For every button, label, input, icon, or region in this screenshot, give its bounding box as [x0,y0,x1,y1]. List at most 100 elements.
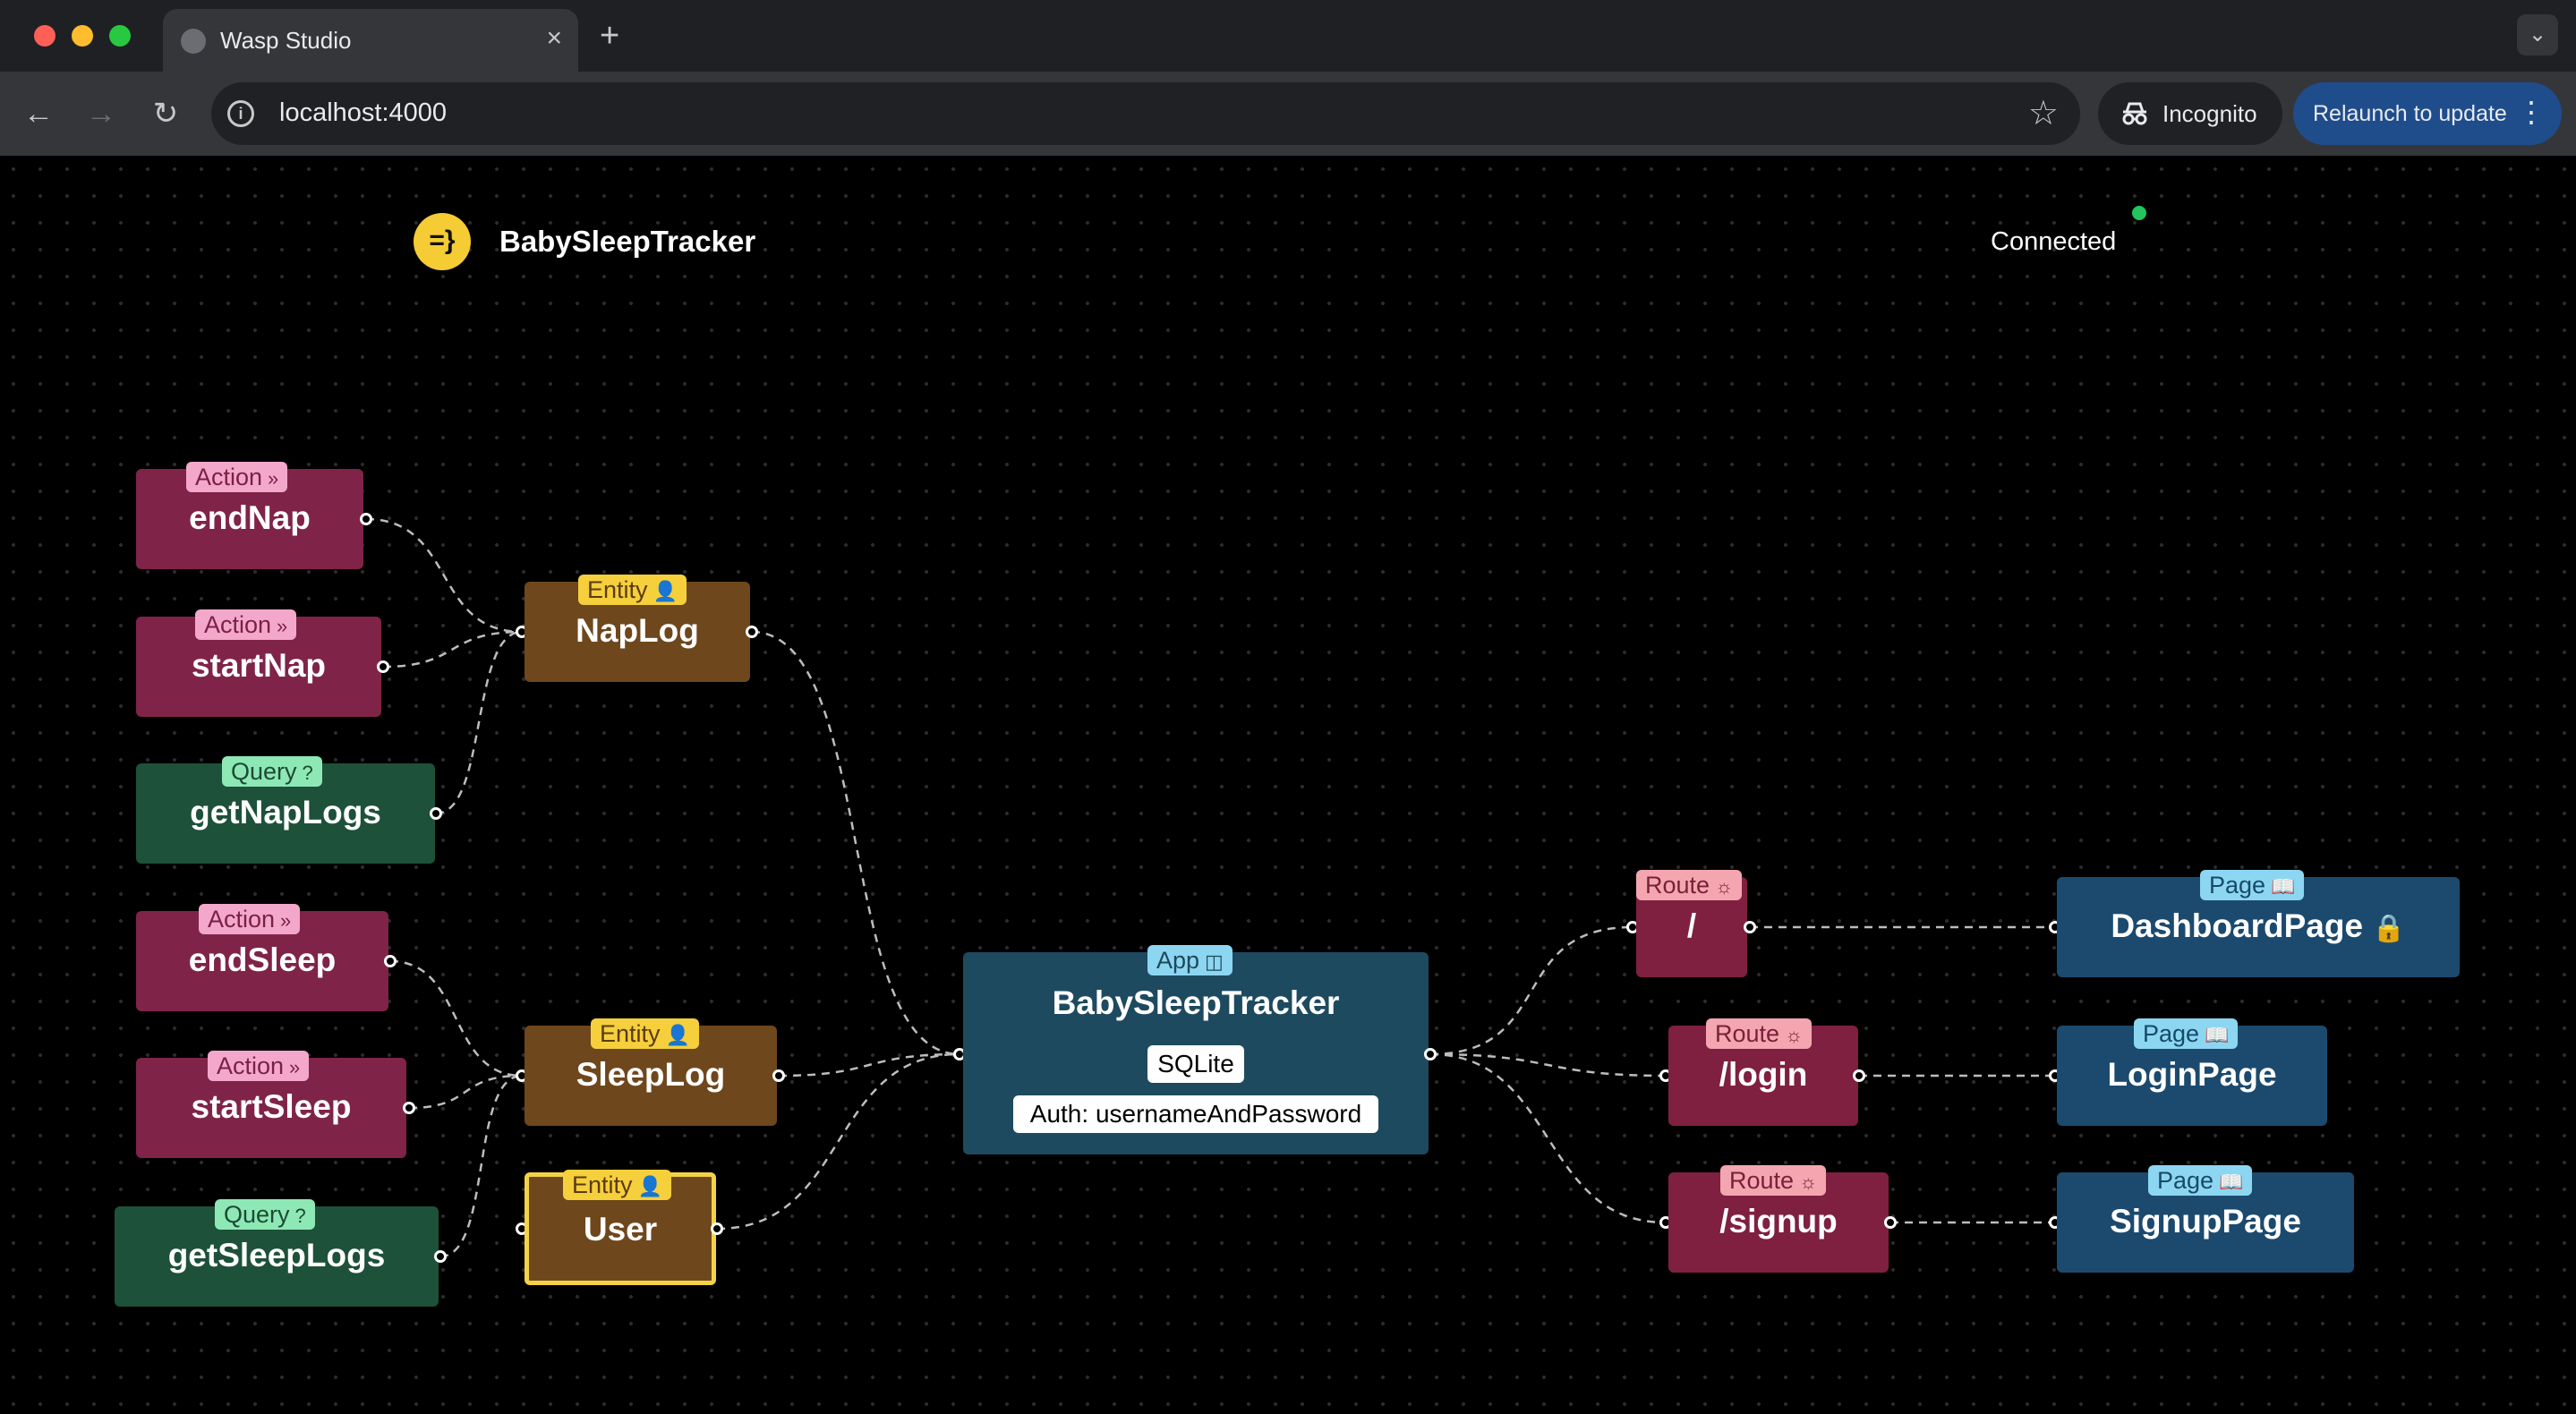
relaunch-button[interactable]: Relaunch to update ⋮ [2293,82,2562,145]
node-handle[interactable] [746,626,758,638]
action-chevrons-icon: » [280,909,292,932]
node-label: DashboardPage 🔒 [2057,907,2460,945]
incognito-indicator[interactable]: Incognito [2098,82,2282,145]
graph-canvas[interactable]: =} BabySleepTracker Connected Action» en… [0,156,2576,1414]
edge-app-route-root [1429,925,1633,1056]
incognito-icon [2122,102,2147,125]
node-label: NapLog [576,612,699,649]
address-bar[interactable]: i localhost:4000 ☆ [211,82,2080,145]
node-label: /signup [1719,1203,1838,1239]
action-badge: Action» [186,462,288,492]
page-node-login[interactable]: Page 📖 LoginPage [2057,1018,2327,1126]
app-badge: App ◫ [1147,945,1233,975]
action-chevrons-icon: » [268,467,279,490]
edge-getnaplogs-naplog [435,630,523,815]
query-node-getnaplogs[interactable]: Query? getNapLogs [136,756,435,864]
action-badge: Action» [199,904,301,934]
action-badge: Action» [208,1051,310,1081]
entity-node-user[interactable]: Entity 👤 User [525,1170,716,1285]
node-handle[interactable] [403,1102,415,1114]
node-handle[interactable] [1853,1069,1865,1082]
edge-startnap-naplog [382,630,523,669]
action-node-startsleep[interactable]: Action» startSleep [136,1051,406,1158]
app-node[interactable]: App ◫ BabySleepTracker SQLite Auth: usern… [963,945,1429,1154]
action-node-endsleep[interactable]: Action» endSleep [136,904,388,1011]
edge-getsleeplogs-sleeplog [439,1074,523,1258]
entity-node-naplog[interactable]: Entity 👤 NapLog [525,575,750,682]
user-icon: 👤 [653,580,678,602]
page-badge: Page 📖 [2148,1165,2253,1196]
node-label: BabySleepTracker [1052,984,1340,1021]
edge-app-route-login [1429,1052,1667,1078]
page-badge: Page 📖 [2134,1018,2239,1049]
query-node-getsleeplogs[interactable]: Query? getSleepLogs [115,1199,439,1307]
route-node-signup[interactable]: Route ☼ /signup [1668,1165,1889,1273]
database-badge: SQLite [1147,1045,1244,1083]
node-handle[interactable] [1884,1216,1897,1229]
question-circle-icon: ? [294,1205,306,1227]
entity-node-sleeplog[interactable]: Entity 👤 SleepLog [525,1018,777,1126]
book-open-icon: 📖 [2271,875,2296,898]
node-label: SignupPage [2110,1203,2301,1239]
page-badge: Page 📖 [2200,870,2305,900]
forward-arrow-icon[interactable]: → [79,91,124,136]
node-handle[interactable] [1744,921,1756,933]
route-node-login[interactable]: Route ☼ /login [1668,1018,1858,1126]
maximize-window-button[interactable] [109,25,131,47]
back-arrow-icon[interactable]: ← [16,91,61,136]
lock-icon: 🔒 [2372,914,2406,943]
browser-tab[interactable]: Wasp Studio × [163,9,578,72]
route-badge: Route ☼ [1720,1165,1827,1196]
tab-search-chevron-icon[interactable]: ⌄ [2517,14,2558,55]
page-node-dashboard[interactable]: Page 📖 DashboardPage 🔒 [2057,870,2460,977]
edge-app-route-signup [1429,1052,1667,1224]
minimize-window-button[interactable] [72,25,93,47]
route-badge: Route ☼ [1636,870,1743,900]
tab-close-icon[interactable]: × [546,23,562,54]
action-chevrons-icon: » [277,615,288,637]
more-menu-icon[interactable]: ⋮ [2517,95,2546,129]
close-window-button[interactable] [34,25,55,47]
node-handle[interactable] [430,807,442,820]
node-handle[interactable] [360,513,372,525]
entity-badge: Entity 👤 [563,1170,671,1200]
book-open-icon: 📖 [2219,1171,2244,1193]
node-label: getSleepLogs [167,1237,386,1273]
edge-startsleep-sleeplog [408,1074,523,1110]
node-label: startSleep [191,1088,352,1125]
entity-badge: Entity 👤 [591,1018,699,1049]
node-handle[interactable] [711,1222,723,1235]
node-label: getNapLogs [190,794,381,831]
node-handle[interactable] [377,660,389,673]
node-handle[interactable] [1424,1048,1437,1060]
node-handle[interactable] [434,1250,447,1263]
query-badge: Query? [222,756,322,787]
pointer-click-icon: ☼ [1799,1171,1818,1193]
new-tab-button[interactable]: + [600,16,619,55]
question-circle-icon: ? [302,762,313,784]
reload-icon[interactable]: ↻ [143,91,188,136]
entity-badge: Entity 👤 [578,575,687,605]
node-label: LoginPage [2107,1056,2277,1093]
action-badge: Action» [195,609,297,640]
auth-badge: Auth: usernameAndPassword [1013,1095,1378,1133]
node-label: User [583,1211,658,1248]
node-handle[interactable] [384,955,397,967]
browser-toolbar: ← → ↻ i localhost:4000 ☆ Incognito Relau… [0,72,2576,156]
relaunch-label: Relaunch to update [2313,101,2507,126]
page-label: DashboardPage [2111,907,2364,944]
page-node-signup[interactable]: Page 📖 SignupPage [2057,1165,2354,1273]
route-node-root[interactable]: Route ☼ / [1636,870,1747,977]
chip-icon: ◫ [1205,950,1224,973]
tab-title: Wasp Studio [220,27,352,54]
edge-endsleep-sleeplog [389,959,523,1078]
site-info-icon[interactable]: i [227,100,254,127]
node-label: /login [1719,1056,1808,1093]
bookmark-star-icon[interactable]: ☆ [2028,93,2059,133]
node-label: endNap [189,499,311,536]
url-text[interactable]: localhost:4000 [279,98,447,128]
action-node-startnap[interactable]: Action» startNap [136,609,381,717]
node-handle[interactable] [772,1069,785,1082]
action-node-endnap[interactable]: Action» endNap [136,462,363,569]
book-open-icon: 📖 [2205,1024,2230,1046]
